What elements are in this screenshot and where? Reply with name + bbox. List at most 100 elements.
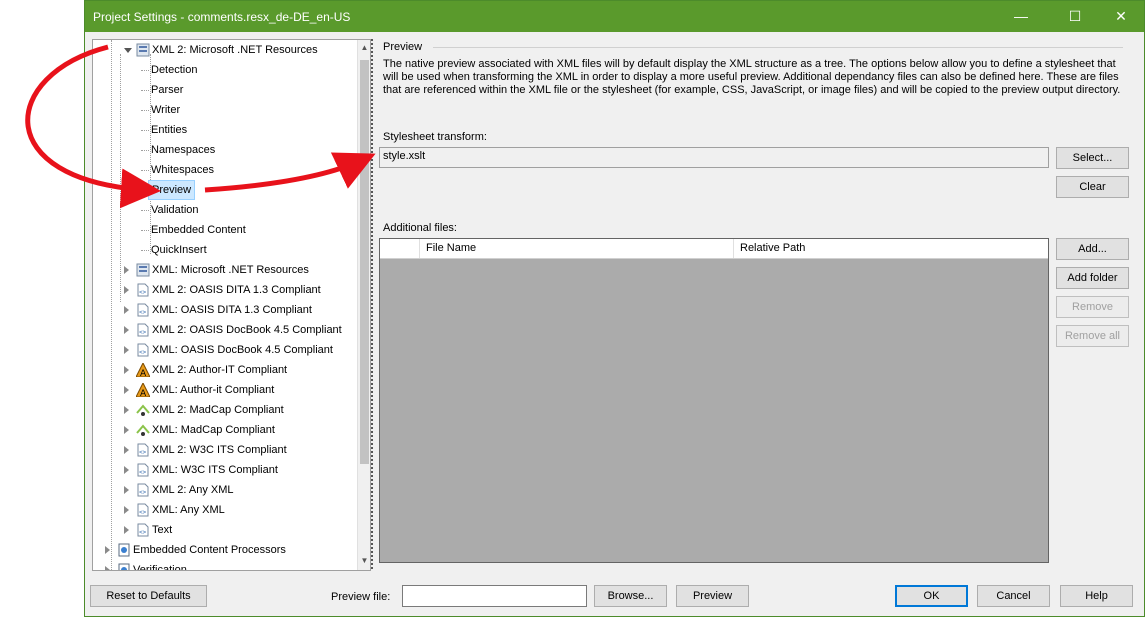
tree-item[interactable]: <> Text xyxy=(93,520,355,540)
tree-item[interactable]: Detection xyxy=(93,60,355,80)
grid-header-blank xyxy=(380,239,420,258)
expand-arrow-icon[interactable] xyxy=(124,326,129,334)
scroll-down-icon[interactable]: ▼ xyxy=(358,553,370,569)
column-file-name[interactable]: File Name xyxy=(420,239,734,258)
tree-item[interactable]: <> XML: OASIS DocBook 4.5 Compliant xyxy=(93,340,355,360)
add-folder-button[interactable]: Add folder xyxy=(1056,267,1129,289)
expand-arrow-icon[interactable] xyxy=(124,526,129,534)
help-button[interactable]: Help xyxy=(1060,585,1133,607)
remove-button[interactable]: Remove xyxy=(1056,296,1129,318)
tree-item[interactable]: <> XML 2: OASIS DocBook 4.5 Compliant xyxy=(93,320,355,340)
xml-file-icon: <> xyxy=(136,503,150,517)
tree-item[interactable]: <> XML: Any XML xyxy=(93,500,355,520)
expand-arrow-icon[interactable] xyxy=(124,466,129,474)
svg-text:<>: <> xyxy=(139,349,147,356)
minimize-button[interactable]: — xyxy=(998,1,1044,32)
select-button[interactable]: Select... xyxy=(1056,147,1129,169)
expand-arrow-icon[interactable] xyxy=(105,566,110,570)
tree-item[interactable]: Preview xyxy=(93,180,355,200)
remove-all-button[interactable]: Remove all xyxy=(1056,325,1129,347)
expand-arrow-icon[interactable] xyxy=(124,286,129,294)
expand-arrow-icon[interactable] xyxy=(124,386,129,394)
tree-item[interactable]: XML 2: Microsoft .NET Resources xyxy=(93,40,355,60)
scroll-up-icon[interactable]: ▲ xyxy=(358,40,370,56)
expand-arrow-icon[interactable] xyxy=(105,546,110,554)
svg-text:<>: <> xyxy=(139,489,147,496)
tree-item[interactable]: Embedded Content xyxy=(93,220,355,240)
preview-file-label: Preview file: xyxy=(331,591,391,603)
svg-text:<>: <> xyxy=(139,509,147,516)
tree-item[interactable]: Whitespaces xyxy=(93,160,355,180)
expand-arrow-icon[interactable] xyxy=(124,266,129,274)
tree-item-label: XML: W3C ITS Compliant xyxy=(152,464,278,476)
expand-arrow-icon[interactable] xyxy=(124,486,129,494)
expand-arrow-icon[interactable] xyxy=(124,346,129,354)
tree-scrollbar[interactable]: ▲ ▼ xyxy=(357,40,370,570)
maximize-button[interactable]: ☐ xyxy=(1052,1,1098,32)
expand-arrow-icon[interactable] xyxy=(124,366,129,374)
grid-header: File Name Relative Path xyxy=(380,239,1048,259)
title-bar: Project Settings - comments.resx_de-DE_e… xyxy=(85,1,1144,32)
tree-item-label: Text xyxy=(152,524,173,536)
tree-item-label: XML 2: OASIS DITA 1.3 Compliant xyxy=(152,284,321,296)
tree-item[interactable]: Entities xyxy=(93,120,355,140)
stylesheet-input[interactable]: style.xslt xyxy=(379,147,1049,168)
cancel-button[interactable]: Cancel xyxy=(977,585,1050,607)
tree-item-label: XML: MadCap Compliant xyxy=(152,424,275,436)
tree-item[interactable]: QuickInsert xyxy=(93,240,355,260)
preview-group-title: Preview xyxy=(383,41,423,53)
column-relative-path[interactable]: Relative Path xyxy=(734,239,1048,258)
tree-item[interactable]: <> XML: W3C ITS Compliant xyxy=(93,460,355,480)
tree-item[interactable]: XML: MadCap Compliant xyxy=(93,420,355,440)
xml-resource-icon xyxy=(136,43,150,57)
tree-item-label: XML 2: MadCap Compliant xyxy=(152,404,284,416)
expand-arrow-icon[interactable] xyxy=(124,446,129,454)
tree-item[interactable]: XML 2: MadCap Compliant xyxy=(93,400,355,420)
tree-item[interactable]: A XML 2: Author-IT Compliant xyxy=(93,360,355,380)
tree-item[interactable]: <> XML 2: W3C ITS Compliant xyxy=(93,440,355,460)
expand-arrow-icon[interactable] xyxy=(124,406,129,414)
settings-tree[interactable]: XML 2: Microsoft .NET Resources Detection… xyxy=(92,39,371,571)
xml-file-icon: <> xyxy=(136,483,150,497)
svg-text:A: A xyxy=(140,389,147,397)
expand-arrow-icon[interactable] xyxy=(124,506,129,514)
tree-item-label: XML 2: W3C ITS Compliant xyxy=(152,444,287,456)
svg-text:<>: <> xyxy=(139,529,147,536)
tree-item-label: Embedded Content xyxy=(151,224,246,236)
reset-to-defaults-button[interactable]: Reset to Defaults xyxy=(90,585,207,607)
tree-item[interactable]: Parser xyxy=(93,80,355,100)
tree-item-label: XML: Any XML xyxy=(152,504,225,516)
add-button[interactable]: Add... xyxy=(1056,238,1129,260)
tree-item-label: XML: Author-it Compliant xyxy=(152,384,275,396)
tree-item[interactable]: <> XML 2: OASIS DITA 1.3 Compliant xyxy=(93,280,355,300)
preview-description: The native preview associated with XML f… xyxy=(383,58,1121,96)
clear-button[interactable]: Clear xyxy=(1056,176,1129,198)
tree-item[interactable]: A XML: Author-it Compliant xyxy=(93,380,355,400)
preview-button[interactable]: Preview xyxy=(676,585,749,607)
tree-item[interactable]: Namespaces xyxy=(93,140,355,160)
xml-file-icon: <> xyxy=(136,463,150,477)
group-divider xyxy=(433,47,1123,48)
panel-splitter[interactable] xyxy=(371,39,374,569)
preview-file-input[interactable] xyxy=(402,585,587,607)
tree-item[interactable]: XML: Microsoft .NET Resources xyxy=(93,260,355,280)
tree-item[interactable]: <> XML 2: Any XML xyxy=(93,480,355,500)
scroll-thumb[interactable] xyxy=(360,60,369,464)
svg-text:<>: <> xyxy=(139,309,147,316)
tree-item[interactable]: <> XML: OASIS DITA 1.3 Compliant xyxy=(93,300,355,320)
tree-item[interactable]: Embedded Content Processors xyxy=(93,540,355,560)
tree-item-label: QuickInsert xyxy=(151,244,207,256)
tree-item[interactable]: Writer xyxy=(93,100,355,120)
tree-item-label: Preview xyxy=(148,180,196,200)
tree-item-label: XML 2: Author-IT Compliant xyxy=(152,364,288,376)
expand-arrow-icon[interactable] xyxy=(124,306,129,314)
close-button[interactable]: ✕ xyxy=(1098,1,1144,32)
tree-item-label: XML: OASIS DITA 1.3 Compliant xyxy=(152,304,312,316)
collapse-arrow-icon[interactable] xyxy=(124,48,132,53)
additional-files-grid[interactable]: File Name Relative Path xyxy=(379,238,1049,563)
browse-button[interactable]: Browse... xyxy=(594,585,667,607)
expand-arrow-icon[interactable] xyxy=(124,426,129,434)
ok-button[interactable]: OK xyxy=(895,585,968,607)
tree-item[interactable]: Verification xyxy=(93,560,355,570)
tree-item[interactable]: Validation xyxy=(93,200,355,220)
